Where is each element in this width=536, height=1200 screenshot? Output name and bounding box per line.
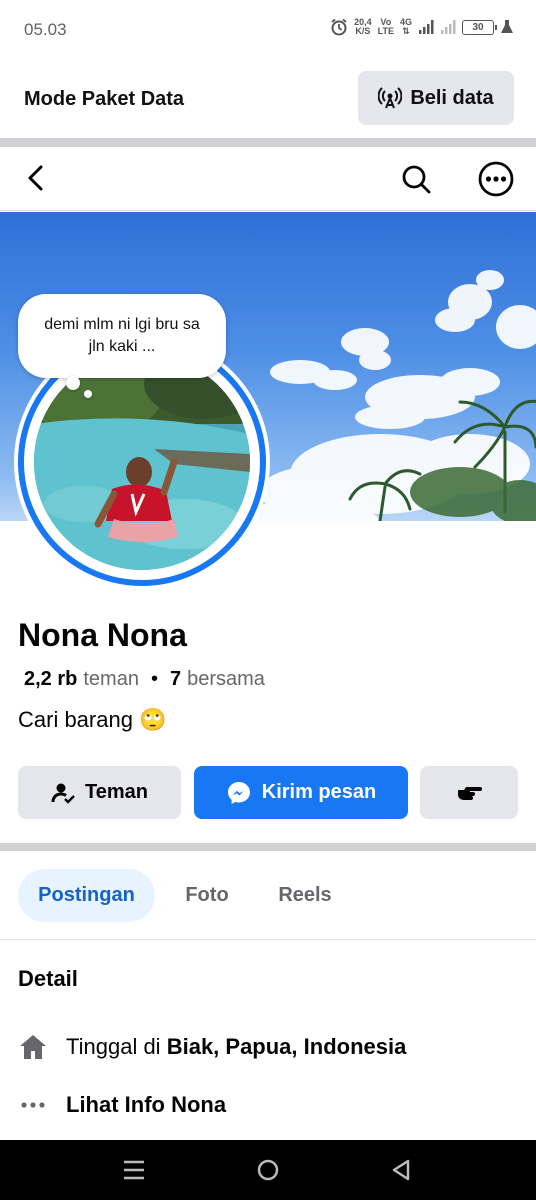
lives-in-row[interactable]: Tinggal di Biak, Papua, Indonesia — [18, 1032, 406, 1062]
profile-note-bubble[interactable]: demi mlm ni lgi bru sa jln kaki ... — [18, 294, 226, 378]
data-mode-bar: Mode Paket Data Beli data — [0, 60, 536, 138]
battery-icon: 30 — [462, 19, 497, 35]
see-info-row[interactable]: Lihat Info Nona — [18, 1090, 226, 1120]
friend-stats[interactable]: 2,2 rb teman • 7 bersama — [24, 668, 265, 691]
see-info-label: Lihat Info Nona — [66, 1092, 227, 1117]
stats-separator: • — [150, 668, 158, 690]
mutual-count: 7 — [169, 668, 182, 690]
note-tail-dot-small — [84, 390, 92, 398]
messenger-icon — [227, 781, 250, 804]
lives-in-place: Biak, Papua, Indonesia — [166, 1034, 407, 1059]
status-time: 05.03 — [24, 20, 67, 39]
lives-in-prefix: Tinggal di — [66, 1034, 161, 1059]
antenna-icon — [378, 87, 403, 109]
back-button-icon[interactable] — [390, 1158, 412, 1182]
profile-bio: Cari barang 🙄 — [18, 707, 167, 732]
home-icon — [18, 1032, 48, 1062]
section-divider-2 — [0, 843, 536, 851]
friends-button-label: Teman — [85, 781, 148, 803]
status-icons: 20,4 K/S Vo LTE 4G ⇅ 30 — [330, 18, 514, 36]
tab-photos[interactable]: Foto — [168, 869, 246, 922]
ellipsis-icon — [18, 1090, 48, 1120]
mutual-label: bersama — [187, 668, 265, 690]
profile-name: Nona Nona — [18, 617, 187, 653]
signal-icon-2 — [441, 20, 456, 34]
tab-reels[interactable]: Reels — [262, 869, 348, 922]
details-heading: Detail — [18, 966, 78, 991]
poke-hand-icon — [458, 786, 482, 800]
home-button-icon[interactable] — [256, 1158, 280, 1182]
flask-icon — [501, 20, 513, 33]
friends-count: 2,2 rb — [24, 668, 78, 690]
back-icon[interactable] — [20, 161, 54, 195]
send-message-button[interactable]: Kirim pesan — [194, 766, 408, 819]
buy-data-button[interactable]: Beli data — [358, 71, 514, 125]
profile-note-text: demi mlm ni lgi bru sa jln kaki ... — [44, 316, 200, 355]
tab-posts[interactable]: Postingan — [18, 869, 155, 922]
profile-tabs: Postingan Foto Reels — [0, 852, 536, 940]
section-divider — [0, 138, 536, 147]
profile-nav-bar — [0, 147, 536, 211]
net-speed: 20,4 K/S — [354, 17, 372, 36]
friends-button[interactable]: Teman — [18, 766, 181, 819]
search-icon[interactable] — [398, 161, 434, 197]
alarm-icon — [331, 18, 347, 36]
system-nav-bar — [0, 1140, 536, 1200]
recents-menu-icon[interactable] — [122, 1159, 146, 1181]
more-options-icon[interactable] — [476, 159, 516, 199]
network-type: 4G ⇅ — [399, 17, 412, 36]
volte: Vo LTE — [377, 17, 394, 36]
status-bar: 05.03 20,4 K/S Vo LTE 4G ⇅ 30 — [0, 0, 536, 60]
note-tail-dot — [66, 376, 80, 390]
send-message-label: Kirim pesan — [261, 781, 377, 803]
signal-icon — [419, 20, 434, 34]
poke-button[interactable] — [420, 766, 518, 819]
buy-data-label: Beli data — [410, 86, 494, 109]
friends-label: teman — [83, 668, 139, 690]
friend-check-icon — [51, 783, 75, 804]
data-mode-title: Mode Paket Data — [24, 88, 185, 110]
